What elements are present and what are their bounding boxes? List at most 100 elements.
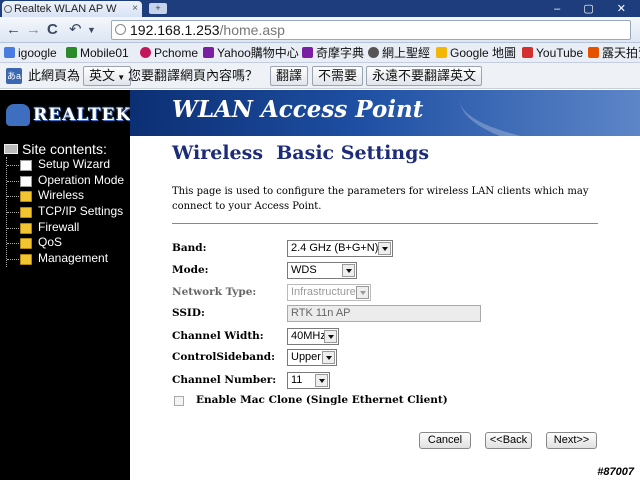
pchome-icon — [140, 47, 151, 58]
document-icon — [20, 160, 32, 171]
header-banner: WLAN Access Point — [130, 90, 640, 136]
control-sideband-select[interactable]: Upper — [287, 349, 337, 366]
ssid-input[interactable]: RTK 11n AP — [287, 305, 481, 322]
mac-clone-checkbox[interactable] — [174, 396, 184, 406]
router-page: REALTEK WLAN Access Point Site contents:… — [0, 90, 640, 480]
sidebar-header: Site contents: — [4, 141, 107, 157]
chevron-down-icon — [342, 264, 355, 277]
sidebar-item-operation-mode[interactable]: Operation Mode — [7, 173, 124, 189]
bookmark-bible[interactable]: 網上聖經 — [368, 45, 430, 61]
url-host: 192.168.1.253 — [130, 22, 220, 38]
window-controls[interactable]: – ▢ ✕ — [554, 2, 636, 15]
page-description: This page is used to configure the param… — [172, 186, 589, 212]
band-select[interactable]: 2.4 GHz (B+G+N) — [287, 240, 393, 257]
mode-select[interactable]: WDS — [287, 262, 357, 279]
browser-tab[interactable]: Realtek WLAN AP W × — [2, 1, 142, 17]
ruten-icon — [588, 47, 599, 58]
yahoo-icon — [203, 47, 214, 58]
next-button[interactable]: Next>> — [546, 432, 597, 449]
network-type-label: Network Type: — [172, 286, 257, 298]
youtube-icon — [522, 47, 533, 58]
back-arrow-icon[interactable]: ← — [6, 21, 21, 39]
channel-number-label: Channel Number: — [172, 374, 277, 386]
page-title: Wireless Basic Settings — [172, 142, 430, 164]
sidebar-item-qos[interactable]: QoS — [7, 235, 124, 251]
chevron-down-icon — [315, 374, 328, 387]
divider — [172, 223, 598, 224]
never-translate-button[interactable]: 永遠不要翻譯英文 — [366, 66, 483, 86]
folder-icon — [20, 191, 32, 203]
sidebar-item-firewall[interactable]: Firewall — [7, 220, 124, 236]
mobile01-icon — [66, 47, 77, 58]
sidebar-item-management[interactable]: Management — [7, 251, 124, 267]
computer-icon — [4, 144, 18, 154]
tab-close-icon[interactable]: × — [132, 1, 138, 17]
channel-number-row: Channel Number: 11 — [172, 372, 592, 390]
bible-icon — [368, 47, 379, 58]
channel-width-label: Channel Width: — [172, 330, 264, 342]
address-bar[interactable]: 192.168.1.253/home.asp — [111, 20, 631, 40]
document-icon — [20, 175, 32, 187]
translate-bar: あa 此網頁為 英文 ▼ 您要翻譯網頁內容嗎？ 翻譯 不需要 永遠不要翻譯英文 — [0, 63, 640, 89]
chevron-down-icon — [324, 330, 337, 343]
bookmark-yahoo-dict[interactable]: 奇摩字典 — [302, 45, 364, 61]
band-label: Band: — [172, 242, 207, 254]
banner-title: WLAN Access Point — [172, 96, 424, 123]
bookmark-mobile01[interactable]: Mobile01 — [66, 45, 129, 61]
bookmark-pchome[interactable]: Pchome — [140, 45, 198, 61]
site-tree: Setup Wizard Operation Mode Wireless TCP… — [6, 157, 124, 267]
bookmark-yahoo-shopping[interactable]: Yahoo購物中心 — [203, 45, 299, 61]
tab-title: Realtek WLAN AP W — [14, 3, 117, 15]
channel-number-select[interactable]: 11 — [287, 372, 330, 389]
sidebar-item-wireless[interactable]: Wireless — [7, 188, 124, 204]
yahoo-dict-icon — [302, 47, 313, 58]
main-content: Wireless Basic Settings This page is use… — [130, 136, 640, 480]
history-dropdown-icon[interactable]: ▼ — [87, 21, 96, 39]
channel-width-select[interactable]: 40MHz — [287, 328, 339, 345]
browser-tab-bar: Realtek WLAN AP W × + – ▢ ✕ — [0, 0, 640, 17]
network-type-row: Network Type: Infrastructure — [172, 284, 592, 302]
cancel-button[interactable]: Cancel — [419, 432, 471, 449]
history-icon[interactable]: ↶ — [69, 21, 82, 39]
chevron-down-icon — [356, 286, 369, 299]
sidebar-item-tcpip-settings[interactable]: TCP/IP Settings — [7, 204, 124, 220]
no-translate-button[interactable]: 不需要 — [312, 66, 364, 86]
reload-icon[interactable]: C — [47, 21, 58, 39]
folder-icon — [20, 238, 32, 250]
mode-row: Mode: WDS — [172, 262, 592, 280]
logo-area: REALTEK — [0, 90, 130, 136]
language-select[interactable]: 英文 ▼ — [83, 66, 132, 86]
sidebar-item-setup-wizard[interactable]: Setup Wizard — [7, 157, 124, 173]
folder-icon — [20, 222, 32, 234]
translate-button[interactable]: 翻譯 — [270, 66, 309, 86]
translate-icon: あa — [6, 68, 22, 84]
sidebar: Site contents: Setup Wizard Operation Mo… — [0, 136, 130, 480]
watermark: #87007 — [595, 466, 636, 478]
google-icon — [4, 47, 15, 58]
folder-icon — [20, 207, 32, 219]
google-maps-icon — [436, 47, 447, 58]
translate-prompt-prefix: 此網頁為 — [28, 68, 81, 83]
forward-arrow-icon[interactable]: → — [26, 21, 41, 39]
bookmark-ruten[interactable]: 露天拍賣 — [588, 45, 640, 61]
back-button[interactable]: <<Back — [485, 432, 532, 449]
mode-label: Mode: — [172, 264, 209, 276]
browser-toolbar: ← → C ↶ ▼ 192.168.1.253/home.asp — [0, 17, 640, 43]
chevron-down-icon: ▼ — [115, 73, 126, 82]
globe-icon — [115, 24, 126, 35]
url-path: /home.asp — [219, 22, 285, 38]
bookmark-google-maps[interactable]: Google 地圖 — [436, 45, 516, 61]
bookmark-youtube[interactable]: YouTube — [522, 45, 583, 61]
ssid-row: SSID: RTK 11n AP — [172, 305, 592, 323]
page-favicon-icon — [4, 5, 12, 13]
bookmark-igoogle[interactable]: igoogle — [4, 45, 57, 61]
translate-question: 您要翻譯網頁內容嗎？ — [128, 68, 259, 83]
new-tab-button[interactable]: + — [149, 3, 167, 14]
chevron-down-icon — [322, 351, 335, 364]
control-sideband-label: ControlSideband: — [172, 351, 275, 363]
folder-icon — [20, 254, 32, 266]
chevron-down-icon — [378, 242, 391, 255]
control-sideband-row: ControlSideband: Upper — [172, 349, 592, 367]
bookmarks-bar: igoogle Mobile01 Pchome Yahoo購物中心 奇摩字典 網… — [0, 43, 640, 63]
channel-width-row: Channel Width: 40MHz — [172, 328, 592, 346]
